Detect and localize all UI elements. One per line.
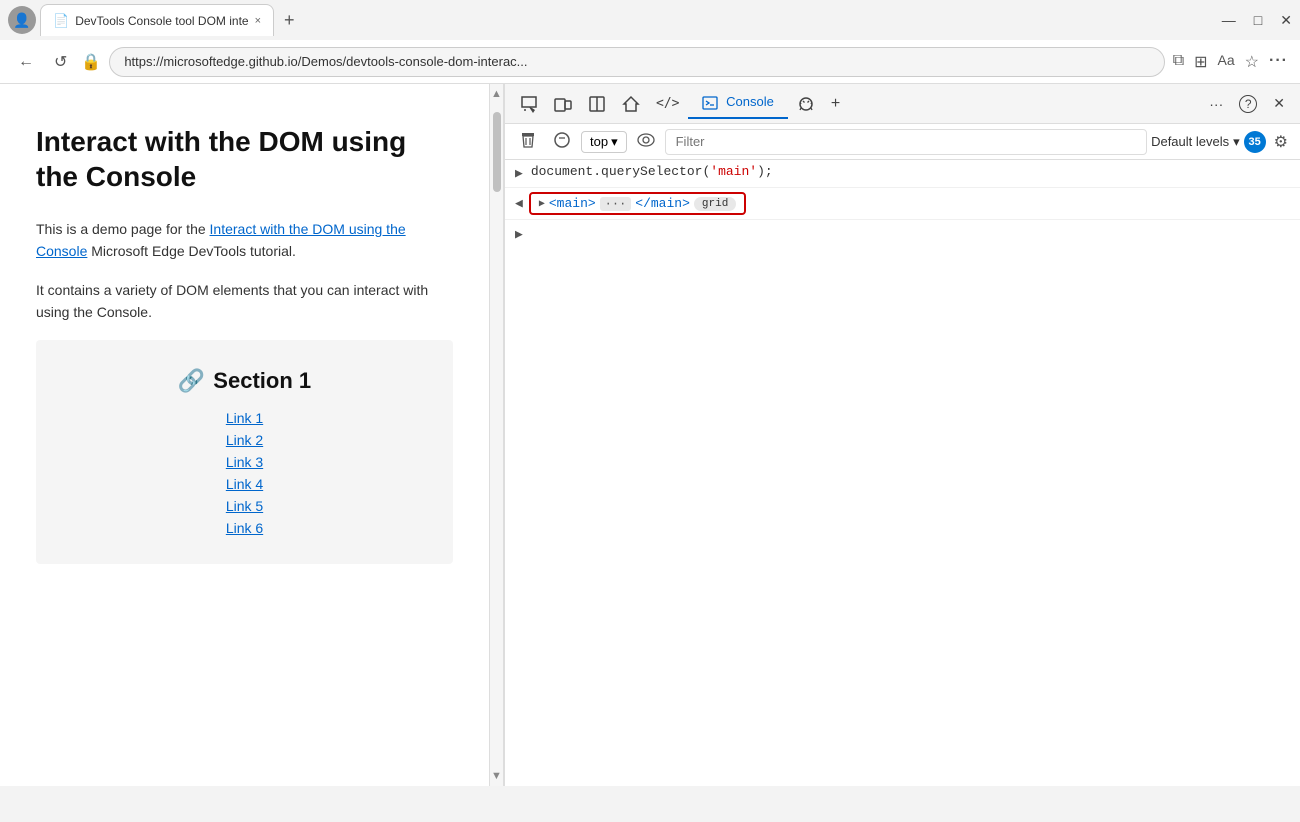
dom-expand-icon[interactable]: ▶	[539, 198, 545, 210]
address-input[interactable]	[109, 47, 1164, 77]
reader-mode-icon[interactable]: Aa	[1218, 52, 1235, 72]
clear-console-button[interactable]	[513, 129, 543, 154]
devtools-toolbar: </> Console + ··· ? ✕	[505, 84, 1300, 124]
dom-back-arrow-icon[interactable]: ◀	[515, 196, 523, 211]
levels-label: Default levels	[1151, 134, 1229, 149]
tab-icon: 📄	[53, 13, 69, 29]
page-scrollbar[interactable]: ▲ ▼	[490, 84, 504, 786]
tab-title: DevTools Console tool DOM inte	[75, 14, 248, 28]
link-3[interactable]: Link 3	[60, 454, 429, 470]
dom-tag-open: <main>	[549, 196, 596, 211]
title-bar-left: 👤	[8, 6, 36, 34]
message-count-badge: 35	[1244, 131, 1266, 153]
link-4[interactable]: Link 4	[60, 476, 429, 492]
reload-button[interactable]: ↺	[48, 48, 73, 76]
context-dropdown-icon: ▾	[611, 134, 618, 150]
section1-icon: 🔗	[178, 368, 205, 394]
title-bar: 👤 📄 DevTools Console tool DOM inte × + —…	[0, 0, 1300, 40]
section1-box: 🔗 Section 1 Link 1 Link 2 Link 3 Link 4 …	[36, 340, 453, 564]
favorites-icon[interactable]: ☆	[1245, 52, 1259, 72]
address-bar: ← ↺ 🔒 ⧉ ⊞ Aa ☆ ···	[0, 40, 1300, 84]
console-caret-line: ▶	[505, 220, 1300, 248]
lock-icon: 🔒	[81, 52, 101, 72]
tab-bar: 📄 DevTools Console tool DOM inte × +	[36, 2, 1222, 38]
page-content: Interact with the DOM using the Console …	[0, 84, 490, 786]
filter-button[interactable]	[547, 129, 577, 154]
home-button[interactable]	[615, 91, 647, 117]
add-tool-button[interactable]: +	[824, 91, 847, 117]
minimize-button[interactable]: —	[1222, 12, 1236, 29]
debug-button[interactable]	[790, 91, 822, 117]
devtools-panel: </> Console + ··· ? ✕	[504, 84, 1300, 786]
page-heading: Interact with the DOM using the Console	[36, 124, 453, 194]
close-devtools-button[interactable]: ✕	[1266, 91, 1292, 116]
eye-button[interactable]	[631, 131, 661, 152]
console-filter-input[interactable]	[665, 129, 1147, 155]
console-prompt-icon: ▶	[515, 164, 523, 181]
context-label: top	[590, 134, 608, 149]
console-caret-icon: ▶	[515, 227, 523, 242]
console-string-value: 'main'	[710, 164, 757, 179]
more-options-icon[interactable]: ···	[1269, 52, 1288, 72]
para2: It contains a variety of DOM elements th…	[36, 279, 453, 324]
para1: This is a demo page for the Interact wit…	[36, 218, 453, 263]
section1-links: Link 1 Link 2 Link 3 Link 4 Link 5 Link …	[60, 410, 429, 536]
scroll-thumb[interactable]	[493, 112, 501, 192]
active-tab[interactable]: 📄 DevTools Console tool DOM inte ×	[40, 4, 274, 36]
dom-ellipsis-button[interactable]: ···	[600, 197, 632, 211]
dom-node-result: ▶ <main> ··· </main> grid	[529, 192, 746, 215]
log-levels-selector[interactable]: Default levels ▾	[1151, 134, 1240, 150]
main-layout: Interact with the DOM using the Console …	[0, 84, 1300, 786]
section1-title: 🔗 Section 1	[60, 368, 429, 394]
console-input-line: ▶ document.querySelector('main');	[505, 160, 1300, 188]
dom-output-line: ◀ ▶ <main> ··· </main> grid	[505, 188, 1300, 220]
split-view-icon[interactable]: ⧉	[1173, 52, 1184, 72]
section1-title-text: Section 1	[213, 368, 311, 394]
more-tools-button[interactable]: ···	[1202, 92, 1230, 116]
console-tab[interactable]: Console	[688, 88, 787, 119]
new-tab-button[interactable]: +	[276, 10, 303, 31]
panel-layout-button[interactable]	[581, 91, 613, 117]
link-2[interactable]: Link 2	[60, 432, 429, 448]
browser-window: 👤 📄 DevTools Console tool DOM inte × + —…	[0, 0, 1300, 786]
help-button[interactable]: ?	[1232, 91, 1264, 117]
tab-close-button[interactable]: ×	[255, 15, 261, 27]
para1-text: This is a demo page for the	[36, 221, 210, 237]
window-controls: — □ ✕	[1222, 12, 1292, 29]
back-button[interactable]: ←	[12, 49, 40, 75]
console-toolbar: top ▾ Default levels ▾ 35 ⚙	[505, 124, 1300, 160]
dom-tag-close: </main>	[635, 196, 690, 211]
link-6[interactable]: Link 6	[60, 520, 429, 536]
link-1[interactable]: Link 1	[60, 410, 429, 426]
para1-suffix: Microsoft Edge DevTools tutorial.	[87, 243, 296, 259]
scroll-up-arrow[interactable]: ▲	[490, 84, 503, 104]
console-settings-button[interactable]: ⚙	[1270, 130, 1292, 154]
dom-grid-badge[interactable]: grid	[694, 197, 736, 211]
device-emulation-button[interactable]	[547, 91, 579, 117]
scroll-down-arrow[interactable]: ▼	[490, 766, 503, 786]
inspect-element-button[interactable]	[513, 91, 545, 117]
restore-button[interactable]: □	[1254, 12, 1262, 29]
context-selector[interactable]: top ▾	[581, 131, 627, 153]
levels-arrow-icon: ▾	[1233, 134, 1240, 150]
console-output: ▶ document.querySelector('main'); ◀ ▶ <m…	[505, 160, 1300, 786]
link-5[interactable]: Link 5	[60, 498, 429, 514]
profile-icon[interactable]: 👤	[8, 6, 36, 34]
console-tab-label: Console	[726, 94, 774, 109]
console-code-text: document.querySelector('main');	[531, 164, 773, 179]
browser-grid-icon[interactable]: ⊞	[1194, 52, 1207, 72]
address-bar-icons: ⧉ ⊞ Aa ☆ ···	[1173, 52, 1288, 72]
elements-button[interactable]: </>	[649, 92, 686, 115]
close-window-button[interactable]: ✕	[1280, 12, 1292, 29]
